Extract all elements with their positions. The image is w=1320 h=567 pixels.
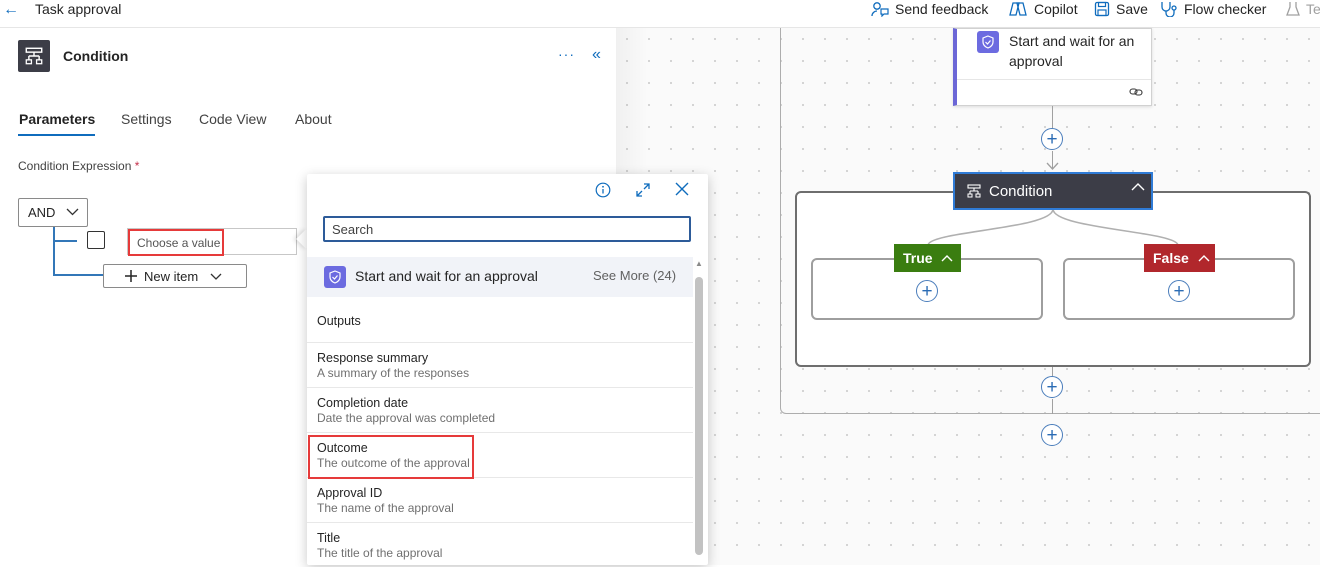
save-button[interactable]: Save — [1094, 0, 1148, 18]
plus-icon — [125, 270, 137, 282]
chevron-down-icon — [210, 273, 222, 280]
back-arrow-icon[interactable]: ← — [3, 1, 19, 19]
true-branch-label[interactable]: True — [894, 244, 961, 272]
condition-node-label: Condition — [989, 182, 1053, 200]
condition-expression-label: Condition Expression * — [18, 159, 139, 173]
branch-connectors — [927, 209, 1179, 246]
output-item-completion-date[interactable]: Completion date Date the approval was co… — [307, 387, 693, 432]
copilot-label: Copilot — [1034, 1, 1078, 17]
see-more-link[interactable]: See More (24) — [593, 268, 676, 283]
stethoscope-icon — [1161, 2, 1177, 17]
beaker-icon — [1286, 2, 1300, 16]
row-checkbox[interactable] — [87, 231, 105, 249]
active-tab-indicator — [18, 134, 95, 136]
send-feedback-button[interactable]: Send feedback — [871, 0, 988, 18]
approval-card-title: Start and wait for an approval — [1009, 33, 1135, 69]
connector-line — [1052, 399, 1053, 414]
top-bar: ← Task approval Send feedback Copilot Sa… — [0, 0, 1320, 28]
true-label-text: True — [903, 250, 933, 266]
scrollbar-thumb[interactable] — [695, 277, 703, 555]
add-step-icon: + — [1046, 128, 1058, 150]
condition-node[interactable]: Condition — [953, 172, 1153, 210]
more-options-icon[interactable]: ··· — [558, 46, 575, 62]
save-label: Save — [1116, 1, 1148, 17]
add-icon: + — [921, 280, 933, 302]
operator-select[interactable]: AND — [18, 198, 88, 227]
add-step-icon: + — [1046, 424, 1058, 446]
output-name: Completion date — [317, 396, 409, 410]
approval-card-footer — [957, 79, 1151, 106]
collapse-panel-icon[interactable]: « — [592, 46, 601, 64]
test-label: Tes — [1306, 1, 1320, 17]
copilot-icon — [1009, 2, 1027, 16]
tab-about[interactable]: About — [295, 111, 332, 127]
test-button[interactable]: Tes — [1286, 0, 1320, 18]
value-input[interactable]: Choose a value — [127, 228, 297, 256]
chevron-up-icon — [1198, 255, 1210, 262]
tree-line — [53, 227, 55, 275]
condition-expression-text: Condition Expression — [18, 159, 132, 173]
tab-parameters[interactable]: Parameters — [19, 111, 95, 127]
output-description: Date the approval was completed — [317, 411, 496, 425]
output-name: Title — [317, 531, 341, 545]
new-item-label: New item — [144, 268, 199, 284]
false-branch-label[interactable]: False — [1144, 244, 1215, 272]
add-false-action-button[interactable]: + — [1168, 280, 1190, 302]
add-step-icon: + — [1046, 376, 1058, 398]
output-item-title[interactable]: Title The title of the approval — [307, 522, 693, 567]
output-description: A summary of the responses — [317, 366, 470, 380]
send-feedback-label: Send feedback — [895, 1, 989, 17]
output-description: The title of the approval — [317, 546, 443, 560]
new-item-button[interactable]: New item — [103, 264, 247, 288]
add-icon: + — [1173, 280, 1185, 302]
person-feedback-icon — [871, 2, 889, 17]
condition-action-icon — [18, 40, 50, 72]
outcome-highlight-box — [308, 435, 474, 479]
choose-value-placeholder: Choose a value — [137, 235, 221, 250]
false-label-text: False — [1153, 250, 1189, 266]
info-icon[interactable] — [595, 182, 611, 198]
panel-title: Condition — [63, 48, 129, 64]
output-name: Approval ID — [317, 486, 383, 500]
add-step-button[interactable]: + — [1041, 128, 1063, 150]
condition-node-icon — [967, 184, 981, 198]
approval-icon — [324, 266, 346, 288]
approval-icon — [977, 31, 999, 53]
flow-checker-button[interactable]: Flow checker — [1160, 0, 1266, 18]
action-group-name: Start and wait for an approval — [355, 268, 538, 284]
connector-line — [1052, 367, 1053, 376]
action-group-header[interactable]: Start and wait for an approval See More … — [307, 257, 693, 297]
add-step-button[interactable]: + — [1041, 376, 1063, 398]
connector-line — [1052, 106, 1053, 128]
search-input[interactable] — [323, 216, 691, 242]
connector-arrow-icon — [1046, 162, 1059, 170]
flow-checker-label: Flow checker — [1184, 1, 1267, 17]
output-item-approval-id[interactable]: Approval ID The name of the approval — [307, 477, 693, 522]
outputs-heading: Outputs — [317, 314, 361, 328]
required-marker: * — [134, 159, 140, 173]
scroll-up-icon[interactable]: ▲ — [695, 259, 703, 268]
chevron-up-icon — [941, 255, 953, 262]
copilot-button[interactable]: Copilot — [1008, 0, 1078, 18]
tree-line — [53, 274, 103, 276]
operator-value: AND — [28, 205, 56, 220]
add-true-action-button[interactable]: + — [916, 280, 938, 302]
close-icon[interactable] — [675, 182, 689, 196]
output-item-response-summary[interactable]: Response summary A summary of the respon… — [307, 342, 693, 387]
approval-action-card[interactable]: Start and wait for an approval — [953, 28, 1152, 106]
link-icon[interactable] — [1129, 86, 1143, 98]
tree-line — [53, 240, 77, 242]
choose-value-field[interactable]: Choose a value — [128, 229, 224, 256]
expand-icon[interactable] — [635, 182, 651, 198]
chevron-up-icon[interactable] — [1131, 182, 1145, 192]
dynamic-content-popup: Start and wait for an approval See More … — [307, 174, 708, 565]
output-name: Response summary — [317, 351, 429, 365]
chevron-down-icon — [66, 208, 79, 216]
flow-title: Task approval — [35, 1, 122, 17]
output-description: The name of the approval — [317, 501, 454, 515]
save-icon — [1094, 1, 1110, 17]
add-step-button[interactable]: + — [1041, 424, 1063, 446]
tab-code-view[interactable]: Code View — [199, 111, 266, 127]
tab-settings[interactable]: Settings — [121, 111, 172, 127]
